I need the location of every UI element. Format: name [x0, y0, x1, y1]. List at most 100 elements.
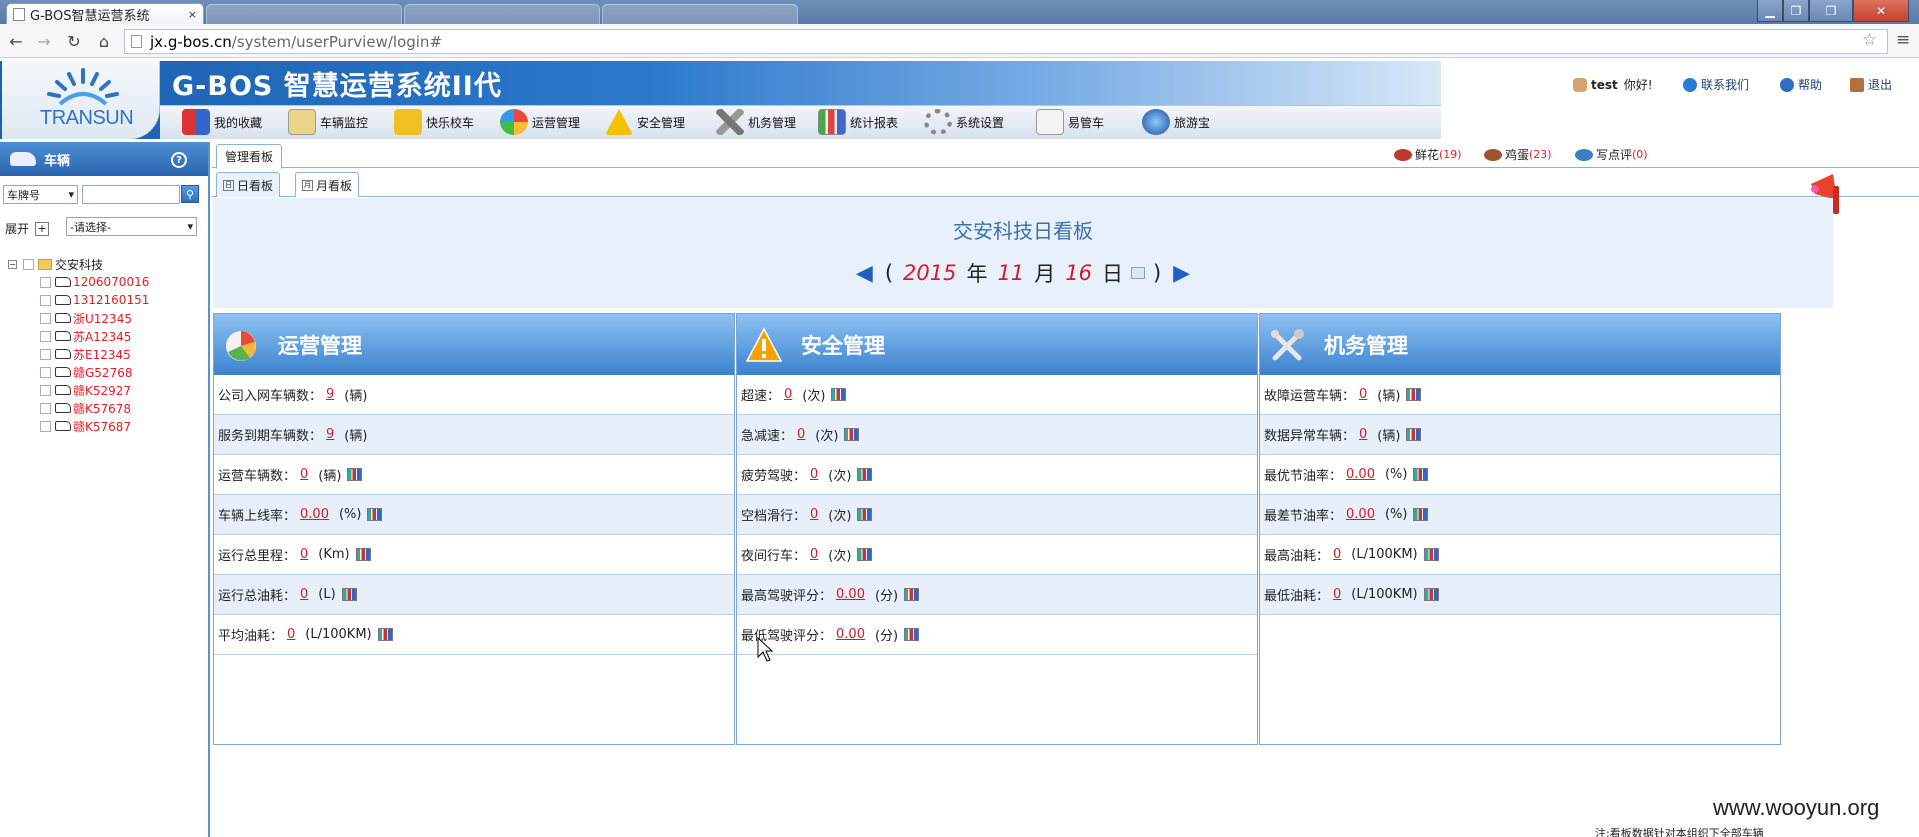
tree-vehicle-item[interactable]: 赣K52927	[8, 381, 208, 399]
menu-item-maintenance[interactable]: 机务管理	[716, 106, 796, 138]
metric-value-link[interactable]: 9	[326, 427, 334, 442]
next-day-button[interactable]: ▶	[1173, 261, 1190, 286]
tree-vehicle-item[interactable]: 赣K57687	[8, 417, 208, 435]
reload-icon[interactable]: ↻	[62, 30, 86, 52]
search-button[interactable]: ⚲	[181, 185, 199, 203]
tree-vehicle-item[interactable]: 1312160151	[8, 291, 208, 309]
tree-vehicle-item[interactable]: 赣K57678	[8, 399, 208, 417]
menu-item-easy-car[interactable]: 易管车	[1036, 106, 1104, 138]
bar-chart-icon[interactable]	[1413, 468, 1429, 481]
browser-tab-inactive[interactable]	[206, 4, 402, 24]
tree-checkbox[interactable]	[40, 276, 51, 288]
search-type-select[interactable]: 车牌号 ▾	[3, 185, 78, 204]
metric-value-link[interactable]: 0	[1359, 427, 1367, 442]
prev-day-button[interactable]: ◀	[856, 261, 873, 286]
bar-chart-icon[interactable]	[377, 628, 393, 641]
menu-item-vehicle-monitor[interactable]: 车辆监控	[288, 106, 368, 138]
flowers-stat[interactable]: 鲜花 (19)	[1394, 146, 1462, 163]
tree-checkbox[interactable]	[40, 330, 51, 342]
metric-value-link[interactable]: 0	[797, 427, 805, 442]
menu-item-settings[interactable]: 系统设置	[924, 106, 1004, 138]
tab-management-board[interactable]: 管理看板	[216, 144, 282, 169]
bar-chart-icon[interactable]	[904, 628, 920, 641]
metric-value-link[interactable]: 0	[810, 507, 818, 522]
tab-daily-board[interactable]: 日日看板	[216, 172, 281, 197]
tree-checkbox[interactable]	[40, 294, 51, 306]
metric-value-link[interactable]: 0	[300, 547, 308, 562]
calendar-icon[interactable]	[1130, 267, 1145, 279]
bar-chart-icon[interactable]	[857, 468, 873, 481]
logout-link[interactable]: 退出	[1850, 76, 1892, 93]
menu-item-reports[interactable]: 统计报表	[818, 106, 898, 138]
review-stat[interactable]: 写点评 (0)	[1575, 146, 1648, 163]
metric-value-link[interactable]: 9	[326, 387, 334, 402]
tree-checkbox[interactable]	[40, 366, 51, 378]
bookmark-star-icon[interactable]: ☆	[1862, 30, 1877, 50]
bar-chart-icon[interactable]	[347, 468, 363, 481]
tree-vehicle-item[interactable]: 浙U12345	[8, 309, 208, 327]
menu-item-operations[interactable]: 运营管理	[500, 106, 580, 138]
bar-chart-icon[interactable]	[367, 508, 383, 521]
tree-checkbox[interactable]	[40, 384, 51, 396]
expand-toggle[interactable]: 展开 +	[5, 220, 50, 237]
bar-chart-icon[interactable]	[355, 548, 371, 561]
browser-tab-inactive[interactable]	[602, 4, 798, 24]
bar-chart-icon[interactable]	[904, 588, 920, 601]
metric-value-link[interactable]: 0.00	[836, 587, 865, 602]
tree-root[interactable]: − 交安科技	[8, 255, 208, 273]
close-icon[interactable]: ×	[188, 8, 197, 21]
window-close-button[interactable]: ❐	[1809, 0, 1853, 22]
bar-chart-icon[interactable]	[1406, 428, 1422, 441]
metric-value-link[interactable]: 0	[1333, 587, 1341, 602]
address-bar[interactable]: jx.g-bos.cn /system/userPurview/login#	[124, 29, 1888, 54]
forward-arrow-icon[interactable]: →	[32, 30, 56, 52]
menu-item-travel[interactable]: 旅游宝	[1142, 106, 1210, 138]
window-close-button[interactable]: ✕	[1853, 0, 1909, 22]
menu-item-school-bus[interactable]: 快乐校车	[394, 106, 474, 138]
tree-vehicle-item[interactable]: 赣G52768	[8, 363, 208, 381]
help-icon[interactable]: ?	[171, 152, 187, 168]
tree-checkbox[interactable]	[40, 348, 51, 360]
back-arrow-icon[interactable]: ←	[4, 30, 28, 52]
window-minimize-button[interactable]: ▁	[1757, 0, 1783, 22]
browser-tab-inactive[interactable]	[404, 4, 600, 24]
menu-item-safety[interactable]: 安全管理	[605, 106, 685, 138]
home-icon[interactable]: ⌂	[92, 30, 116, 52]
metric-value-link[interactable]: 0	[300, 467, 308, 482]
bar-chart-icon[interactable]	[857, 508, 873, 521]
metric-value-link[interactable]: 0	[300, 587, 308, 602]
metric-value-link[interactable]: 0	[1359, 387, 1367, 402]
bar-chart-icon[interactable]	[341, 588, 357, 601]
browser-tab-active[interactable]: G-BOS智慧运营系统 ×	[6, 3, 204, 25]
tree-checkbox[interactable]	[40, 420, 51, 432]
tree-checkbox[interactable]	[23, 258, 34, 270]
metric-value-link[interactable]: 0	[1333, 547, 1341, 562]
bar-chart-icon[interactable]	[1423, 588, 1439, 601]
metric-value-link[interactable]: 0	[810, 467, 818, 482]
window-restore-button[interactable]: ❐	[1783, 0, 1809, 22]
metric-value-link[interactable]: 0	[287, 627, 295, 642]
collapse-icon[interactable]: −	[8, 259, 17, 269]
metric-value-link[interactable]: 0	[810, 547, 818, 562]
metric-value-link[interactable]: 0.00	[1346, 467, 1375, 482]
group-select[interactable]: -请选择- ▾	[66, 217, 197, 236]
metric-value-link[interactable]: 0	[784, 387, 792, 402]
tree-checkbox[interactable]	[40, 312, 51, 324]
bar-chart-icon[interactable]	[1413, 508, 1429, 521]
tab-monthly-board[interactable]: 月月看板	[295, 172, 360, 197]
search-input[interactable]	[82, 185, 180, 204]
tree-vehicle-item[interactable]: 苏A12345	[8, 327, 208, 345]
expand-icon[interactable]: +	[35, 221, 50, 236]
metric-value-link[interactable]: 0.00	[1346, 507, 1375, 522]
tree-vehicle-item[interactable]: 1206070016	[8, 273, 208, 291]
bar-chart-icon[interactable]	[844, 428, 860, 441]
bar-chart-icon[interactable]	[831, 388, 847, 401]
contact-link[interactable]: 联系我们	[1683, 76, 1749, 93]
menu-item-favorites[interactable]: 我的收藏	[182, 106, 262, 138]
bar-chart-icon[interactable]	[1423, 548, 1439, 561]
tree-checkbox[interactable]	[40, 402, 51, 414]
bar-chart-icon[interactable]	[857, 548, 873, 561]
metric-value-link[interactable]: 0.00	[836, 627, 865, 642]
metric-value-link[interactable]: 0.00	[300, 507, 329, 522]
tree-vehicle-item[interactable]: 苏E12345	[8, 345, 208, 363]
